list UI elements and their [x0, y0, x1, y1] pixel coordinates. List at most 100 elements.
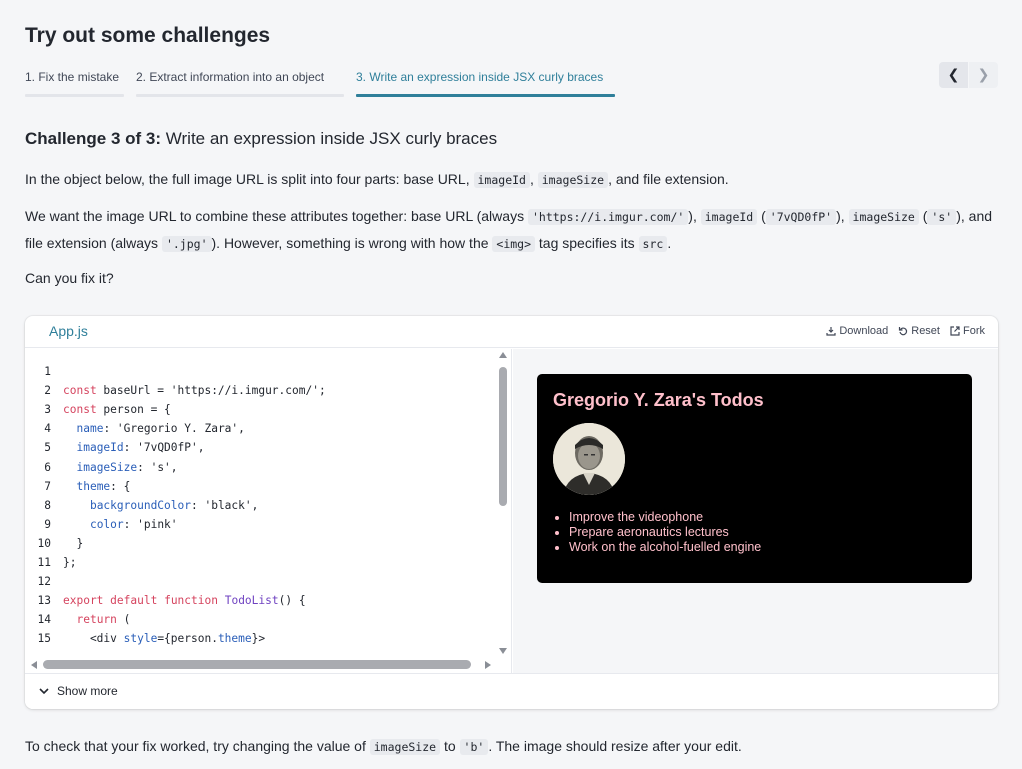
show-more-button[interactable]: Show more — [39, 684, 118, 698]
previous-challenge-button[interactable]: ❮ — [939, 62, 968, 88]
code-line: 5 imageId: '7vQD0fP', — [25, 438, 495, 457]
line-number: 1 — [44, 365, 51, 378]
code-text: imageId: '7vQD0fP', — [76, 441, 205, 455]
code-line: 6 imageSize: 's', — [25, 458, 495, 477]
tab-label: 2. Extract information into an object — [136, 70, 325, 84]
code-text: name: 'Gregorio Y. Zara', — [76, 422, 245, 436]
code-text: const person = { — [63, 403, 171, 417]
inline-code: '.jpg' — [161, 236, 212, 252]
text: to — [443, 738, 456, 754]
line-number: 2 — [44, 384, 51, 398]
scroll-right-arrow-icon — [485, 661, 491, 669]
code-line: 4 name: 'Gregorio Y. Zara', — [25, 419, 495, 438]
text: , and file extension. — [608, 171, 729, 187]
line-number: 13 — [37, 594, 51, 608]
inline-code: imageSize — [848, 209, 919, 225]
code-line: 8 backgroundColor: 'black', — [25, 496, 495, 515]
code-text: const baseUrl = 'https://i.imgur.com/'; — [63, 384, 326, 398]
reset-icon — [899, 327, 908, 336]
text: To check that your fix worked, try chang… — [25, 738, 366, 754]
text: ). However, something is wrong with how … — [211, 235, 489, 251]
tab-write-expression[interactable]: 3. Write an expression inside JSX curly … — [356, 69, 615, 98]
challenge-heading: Challenge 3 of 3: Write an expression in… — [25, 129, 497, 149]
preview-heading: Gregorio Y. Zara's Todos — [553, 390, 764, 410]
line-number: 7 — [44, 479, 51, 493]
code-text: backgroundColor: 'black', — [89, 498, 259, 512]
code-line: 9 color: 'pink' — [25, 515, 495, 534]
code-text: export default function TodoList() { — [63, 594, 306, 608]
code-text: imageSize: 's', — [76, 460, 178, 474]
list-item: Work on the alcohol-fuelled engine — [569, 540, 761, 555]
chevron-left-icon: ❮ — [947, 67, 960, 83]
code-line: 10 } — [25, 534, 495, 553]
description-paragraph-1: In the object below, the full image URL … — [25, 171, 729, 188]
text: . The image should resize after your edi… — [488, 738, 742, 754]
tab-underline — [356, 94, 615, 97]
vertical-scroll-thumb[interactable] — [499, 367, 507, 506]
text: ), — [688, 208, 697, 224]
line-number: 15 — [37, 632, 51, 646]
fork-label: Fork — [963, 325, 985, 337]
code-text: return ( — [76, 613, 131, 627]
next-challenge-button[interactable]: ❯ — [969, 62, 998, 88]
footer-instruction: To check that your fix worked, try chang… — [25, 735, 742, 758]
tab-extract-information[interactable]: 2. Extract information into an object — [136, 69, 344, 98]
horizontal-scroll-thumb[interactable] — [43, 660, 471, 669]
challenge-nav: ❮ ❯ — [939, 62, 998, 88]
chevron-right-icon: ❯ — [977, 67, 990, 83]
description-paragraph-2: We want the image URL to combine these a… — [25, 208, 993, 252]
code-line: 14 return ( — [25, 610, 495, 629]
description-paragraph-3: Can you fix it? — [25, 270, 114, 286]
inline-code: 'b' — [459, 739, 489, 755]
todo-list: Improve the videophone Prepare aeronauti… — [569, 510, 761, 555]
code-editor[interactable]: 1 2 const baseUrl = 'https://i.imgur.com/'… — [25, 349, 512, 673]
code-text: <div style={person.theme}> — [63, 632, 266, 646]
challenge-title: Write an expression inside JSX curly bra… — [165, 129, 498, 148]
tab-underline — [136, 94, 344, 97]
text: We want the image URL to combine these a… — [25, 208, 525, 224]
download-icon — [826, 327, 836, 336]
inline-code: 's' — [927, 209, 957, 225]
text: In the object below, the full image URL … — [25, 171, 470, 187]
show-more-bar: Show more — [25, 673, 998, 709]
challenge-counter: Challenge 3 of 3: — [25, 129, 162, 148]
text: tag specifies its — [538, 235, 635, 251]
line-number: 12 — [37, 575, 51, 589]
avatar — [553, 423, 625, 495]
preview-pane: Gregorio Y. Zara's Todos Improve the vid… — [513, 349, 998, 673]
code-text: }; — [63, 556, 77, 569]
inline-code: 'https://i.imgur.com/' — [527, 209, 689, 225]
code-text: } — [63, 536, 84, 550]
code-line: 11}; — [25, 553, 495, 572]
line-number: 9 — [44, 517, 51, 531]
code-sandbox: App.js Download Reset Fork 1 2 const baseU… — [25, 316, 998, 709]
code-line: 2 const baseUrl = 'https://i.imgur.com/'; — [25, 381, 495, 400]
download-label: Download — [839, 325, 889, 337]
scroll-up-arrow-icon — [499, 352, 507, 358]
external-link-icon — [950, 326, 960, 336]
line-number: 3 — [44, 403, 51, 417]
inline-code: src — [638, 236, 668, 252]
inline-code: '7vQD0fP' — [765, 209, 837, 225]
reset-button[interactable]: Reset — [898, 325, 940, 337]
tab-label: 3. Write an expression inside JSX curly … — [356, 70, 604, 84]
reset-label: Reset — [911, 325, 940, 337]
sandbox-header: App.js Download Reset Fork — [25, 316, 998, 348]
scroll-down-arrow-icon — [499, 648, 507, 654]
code-line: 15 <div style={person.theme}> — [25, 629, 495, 648]
line-number: 11 — [37, 556, 51, 569]
tab-fix-the-mistake[interactable]: 1. Fix the mistake — [25, 69, 124, 98]
download-button[interactable]: Download — [826, 325, 888, 337]
tab-underline — [25, 94, 124, 97]
code-line: 1 — [25, 362, 495, 381]
code-line: 12 — [25, 572, 495, 591]
line-number: 4 — [44, 422, 51, 436]
page-title: Try out some challenges — [25, 24, 271, 47]
scroll-left-arrow-icon — [31, 661, 37, 669]
tab-label: 1. Fix the mistake — [25, 70, 120, 84]
fork-button[interactable]: Fork — [950, 325, 985, 337]
list-item: Improve the videophone — [569, 510, 761, 525]
file-tab-app-js[interactable]: App.js — [49, 323, 88, 339]
inline-code: imageId — [700, 209, 758, 225]
preview-card: Gregorio Y. Zara's Todos Improve the vid… — [537, 374, 972, 583]
